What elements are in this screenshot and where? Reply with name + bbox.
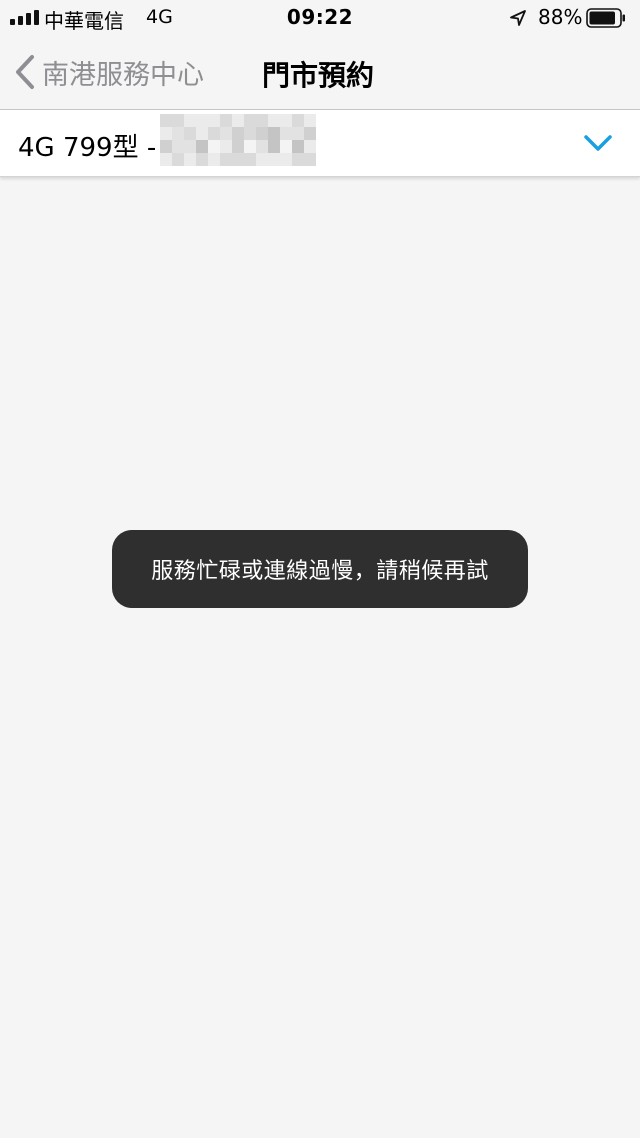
battery-icon [586,8,625,28]
plan-selector-dropdown[interactable]: 4G 799型 - [0,110,640,177]
toast-message: 服務忙碌或連線過慢，請稍候再試 [151,559,489,584]
back-button[interactable]: 南港服務中心 [12,50,204,94]
masked-phone-number [160,114,316,168]
location-arrow-icon [510,10,526,26]
plan-label: 4G 799型 - [18,133,157,163]
error-toast: 服務忙碌或連線過慢，請稍候再試 [112,530,528,608]
navigation-bar: 南港服務中心 門市預約 [0,36,640,110]
battery-percent: 88% [538,5,583,29]
chevron-left-icon [16,55,34,89]
page-title: 門市預約 [262,59,375,92]
back-label: 南港服務中心 [42,59,204,91]
status-bar: 中華電信 4G 09:22 88% [0,0,640,36]
chevron-down-icon [584,135,612,151]
